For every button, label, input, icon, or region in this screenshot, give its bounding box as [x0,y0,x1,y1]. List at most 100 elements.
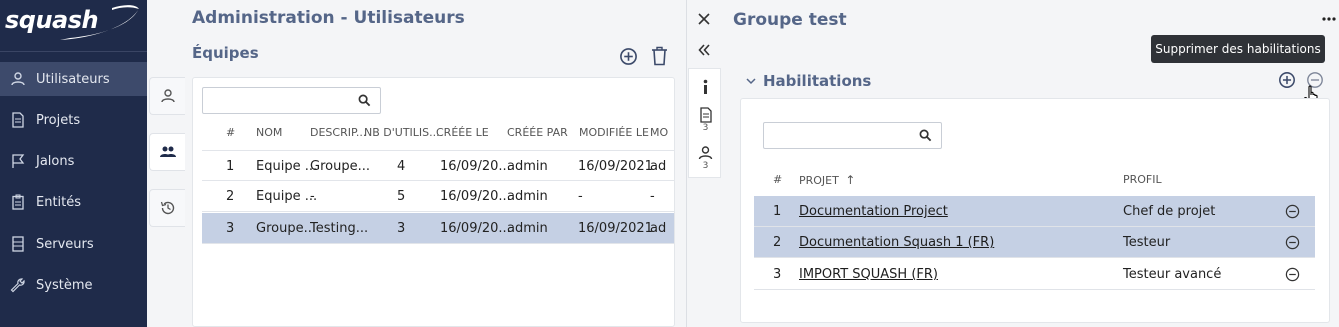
close-icon [698,13,710,25]
table-row[interactable]: 2 Equipe ... - 5 16/09/20... admin - - [202,181,674,212]
table-row[interactable]: 1 Equipe ... Groupe... 4 16/09/20... adm… [202,150,674,181]
column-header-user-count[interactable]: NB D'UTILIS... [364,126,440,139]
app-logo[interactable]: squash [0,0,147,52]
remove-row-button[interactable] [1285,267,1300,282]
collapse-panel-button[interactable] [698,44,710,56]
column-header-name[interactable]: NOM [256,126,282,139]
minus-circle-icon [1285,235,1300,250]
tab-users[interactable] [149,77,185,115]
add-habilitation-button[interactable] [1278,71,1296,89]
documents-count: 3 [702,123,709,133]
cell-created-by: admin [507,221,548,236]
flag-icon [12,154,25,168]
sidebar-item-projets[interactable]: Projets [0,103,147,137]
sort-ascending-icon: ↑ [845,173,856,187]
remove-row-button[interactable] [1285,204,1300,219]
cell-created-by: admin [507,159,548,174]
cell-user-count: 5 [397,189,406,204]
project-link[interactable]: Documentation Project [799,204,948,219]
sidebar-item-label: Jalons [36,153,75,169]
cell-modified-by: - [650,189,655,204]
teams-table-card: # NOM DESCRIP... NB D'UTILIS... CRÉÉE LE… [192,77,675,327]
cell-num: 2 [226,189,235,204]
detail-title: Groupe test [733,10,847,30]
tab-members[interactable]: 3 [689,145,722,171]
project-link[interactable]: Documentation Squash 1 (FR) [799,235,994,250]
search-icon [919,129,932,142]
info-icon [703,79,708,94]
column-header-num[interactable]: # [773,173,782,186]
habilitations-search-input[interactable] [763,122,942,149]
sidebar-item-label: Système [36,277,93,293]
plus-circle-icon [620,48,637,65]
tab-information[interactable] [689,79,722,95]
document-icon [700,107,712,123]
add-team-button[interactable] [619,47,638,66]
column-header-created-on[interactable]: CRÉÉE LE [436,126,489,139]
cell-created-on: 16/09/20... [440,189,511,204]
cell-num: 1 [773,204,782,219]
table-row-selected[interactable]: 2 Documentation Squash 1 (FR) Testeur [754,227,1315,258]
server-icon [12,236,24,252]
cell-name: Groupe... [256,221,316,236]
sidebar-item-utilisateurs[interactable]: Utilisateurs [0,62,147,96]
more-options-button[interactable] [1322,17,1336,21]
tooltip-remove-habilitations: Supprimer des habilitations [1151,35,1325,63]
logo-text: squash [5,6,99,34]
collapse-section-button[interactable] [746,77,756,85]
close-detail-button[interactable] [698,13,710,25]
cell-user-count: 4 [397,159,406,174]
cell-description: Groupe... [310,159,370,174]
cell-name: Equipe ... [256,159,318,174]
cell-modified-by: ad [650,159,667,174]
user-icon [160,89,175,103]
minus-circle-icon [1285,267,1300,282]
panel-divider[interactable] [686,0,687,327]
column-header-description[interactable]: DESCRIP... [310,126,366,139]
column-header-project-label: PROJET [799,174,839,187]
delete-team-button[interactable] [651,46,668,66]
cell-num: 3 [226,221,235,236]
cell-profile[interactable]: Testeur avancé [1123,267,1221,282]
ellipsis-icon [1322,17,1336,21]
cell-name: Equipe ... [256,189,318,204]
sidebar-item-jalons[interactable]: Jalons [0,144,147,178]
table-row[interactable]: 3 IMPORT SQUASH (FR) Testeur avancé [754,259,1315,290]
column-header-num[interactable]: # [226,126,235,139]
column-header-profile[interactable]: PROFIL [1123,173,1162,186]
main-sidebar: squash Utilisateurs Projets Jalons Entit… [0,0,147,327]
cell-profile[interactable]: Testeur [1123,235,1170,250]
cell-created-on: 16/09/20... [440,221,511,236]
column-header-project[interactable]: PROJET ↑ [799,173,855,187]
teams-search-input[interactable] [202,87,381,114]
project-link[interactable]: IMPORT SQUASH (FR) [799,267,938,282]
sidebar-item-systeme[interactable]: Système [0,268,147,302]
cell-user-count: 3 [397,221,406,236]
cell-profile[interactable]: Chef de projet [1123,204,1215,219]
column-header-created-by[interactable]: CRÉÉE PAR [507,126,568,139]
tab-teams[interactable] [149,133,185,171]
members-count: 3 [702,161,709,171]
cell-created-by: admin [507,189,548,204]
tab-history[interactable] [149,189,185,227]
tab-documents[interactable]: 3 [689,107,722,133]
cell-num: 3 [773,267,782,282]
sidebar-item-label: Projets [36,112,81,128]
column-header-modified-on[interactable]: MODIFIÉE LE [579,126,649,139]
table-row-selected[interactable]: 3 Groupe... Testing... 3 16/09/20... adm… [202,213,674,244]
chevron-down-icon [746,78,756,85]
user-icon [11,72,25,86]
remove-row-button[interactable] [1285,235,1300,250]
table-row-selected[interactable]: 1 Documentation Project Chef de projet [754,196,1315,227]
admin-vertical-tabs [147,0,187,327]
sidebar-item-entites[interactable]: Entités [0,185,147,219]
cell-num: 2 [773,235,782,250]
sidebar-item-serveurs[interactable]: Serveurs [0,227,147,261]
column-header-modified-by[interactable]: MO [650,126,668,139]
history-icon [160,201,174,215]
sidebar-item-label: Entités [36,194,82,210]
cell-modified-on: 16/09/2021 [578,159,653,174]
search-icon [358,94,371,107]
document-icon [12,112,24,128]
cell-created-on: 16/09/20... [440,159,511,174]
